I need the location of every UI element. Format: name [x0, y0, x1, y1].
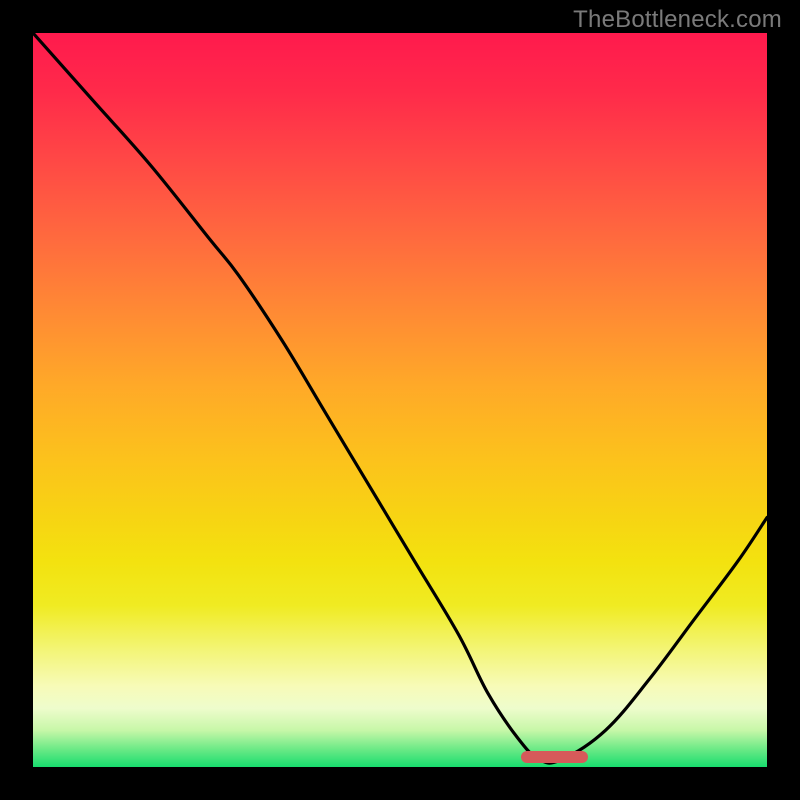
chart-frame — [30, 30, 770, 770]
bottleneck-curve — [33, 33, 767, 767]
optimal-range-marker — [521, 751, 588, 763]
bottleneck-curve-path — [33, 33, 767, 763]
